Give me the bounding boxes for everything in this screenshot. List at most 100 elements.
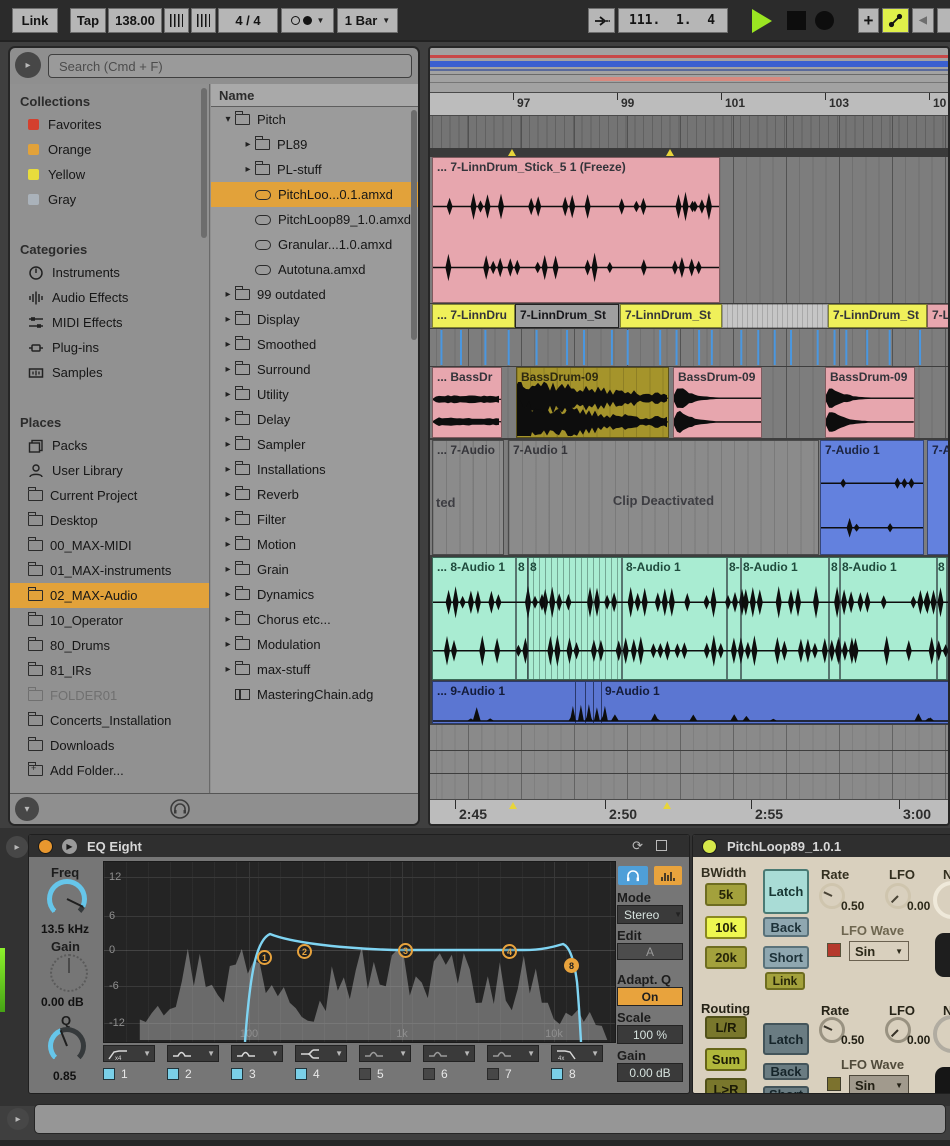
caret-right-icon[interactable]: ▸ bbox=[241, 139, 255, 150]
eq-band-handle-2[interactable]: 2 bbox=[297, 944, 312, 959]
headphone-preview-icon[interactable] bbox=[170, 799, 190, 819]
clip-audio7[interactable]: 7-Audio 1 bbox=[820, 440, 924, 555]
arrangement-position-field[interactable]: 111. 1. 4 bbox=[618, 8, 728, 33]
caret-right-icon[interactable]: ▸ bbox=[221, 639, 235, 650]
stop-button[interactable] bbox=[787, 11, 806, 30]
caret-right-icon[interactable]: ▸ bbox=[221, 364, 235, 375]
track-midi-collapsed[interactable] bbox=[430, 329, 950, 366]
locator-icon[interactable] bbox=[666, 149, 674, 156]
file-row-selected[interactable]: PitchLoo...0.1.amxd bbox=[211, 182, 418, 207]
file-row[interactable]: ▸Sampler bbox=[211, 432, 418, 457]
sidebar-item-downloads[interactable]: Downloads bbox=[10, 733, 209, 758]
eq-band-1-toggle[interactable] bbox=[103, 1068, 115, 1080]
bwidth-5k-button[interactable]: 5k bbox=[705, 883, 747, 906]
metronome-button[interactable]: ▼ bbox=[281, 8, 334, 33]
file-row[interactable]: Autotuna.amxd bbox=[211, 257, 418, 282]
file-row[interactable]: PitchLoop89_1.0.amxd bbox=[211, 207, 418, 232]
eq-band-handle-8[interactable]: 8 bbox=[564, 958, 579, 973]
eq-band-6-filter-menu[interactable]: ▼ bbox=[423, 1045, 475, 1062]
link-button-pl[interactable]: Link bbox=[765, 972, 805, 990]
caret-right-icon[interactable]: ▸ bbox=[221, 514, 235, 525]
tempo-field[interactable]: 138.00 bbox=[108, 8, 162, 33]
sidebar-item-81-irs[interactable]: 81_IRs bbox=[10, 658, 209, 683]
scrub-area[interactable] bbox=[430, 115, 948, 149]
record-button[interactable] bbox=[815, 11, 834, 30]
note-knob[interactable] bbox=[933, 881, 950, 919]
clip-empty-slices[interactable] bbox=[722, 304, 828, 328]
file-row[interactable]: ▸Chorus etc... bbox=[211, 607, 418, 632]
file-row[interactable]: ▸PL-stuff bbox=[211, 157, 418, 182]
file-row[interactable]: ▸Smoothed bbox=[211, 332, 418, 357]
clip-bassdrum[interactable]: BassDrum-09 bbox=[825, 367, 915, 438]
file-row[interactable]: Granular...1.0.amxd bbox=[211, 232, 418, 257]
output-gain-field[interactable]: 0.00 dB bbox=[617, 1063, 683, 1082]
browser-toggle-button[interactable]: ▸ bbox=[15, 52, 41, 78]
sidebar-item-add-folder[interactable]: Add Folder... bbox=[10, 758, 209, 783]
capture-button-partial[interactable] bbox=[937, 8, 950, 33]
caret-down-icon[interactable]: ▾ bbox=[221, 114, 235, 125]
clip-linndrum-freeze[interactable]: ... 7-LinnDrum_Stick_5 1 (Freeze) bbox=[432, 157, 720, 303]
file-row[interactable]: ▾Pitch bbox=[211, 107, 418, 132]
caret-right-icon[interactable]: ▸ bbox=[221, 489, 235, 500]
sidebar-item-concerts-installation[interactable]: Concerts_Installation bbox=[10, 708, 209, 733]
edit-ab-button[interactable]: A bbox=[617, 943, 683, 960]
sidebar-item-folder01[interactable]: FOLDER01 bbox=[10, 683, 209, 708]
sidebar-item-orange[interactable]: Orange bbox=[10, 137, 209, 162]
eq-band-3-toggle[interactable] bbox=[231, 1068, 243, 1080]
clip-linndrum[interactable]: 7-LinnDrum_St bbox=[620, 304, 722, 328]
add-marker-button[interactable]: + bbox=[858, 8, 879, 33]
eq-band-handle-1[interactable]: 1 bbox=[257, 950, 272, 965]
routing-lr-button[interactable]: L/R bbox=[705, 1016, 747, 1039]
caret-right-icon[interactable]: ▸ bbox=[221, 289, 235, 300]
sidebar-item-audio-effects[interactable]: Audio Effects bbox=[10, 285, 209, 310]
eq-band-3-filter-menu[interactable]: ▼ bbox=[231, 1045, 283, 1062]
pitch-knob-b[interactable] bbox=[935, 1067, 950, 1094]
caret-right-icon[interactable]: ▸ bbox=[221, 464, 235, 475]
sidebar-item-current-project[interactable]: Current Project bbox=[10, 483, 209, 508]
tap-tempo-button[interactable]: Tap bbox=[70, 8, 106, 33]
mode-select[interactable]: Stereo▼ bbox=[617, 905, 683, 924]
spectrum-button[interactable] bbox=[654, 866, 682, 885]
sidebar-item-gray[interactable]: Gray bbox=[10, 187, 209, 212]
bwidth-10k-button[interactable]: 10k bbox=[705, 916, 747, 939]
clip-linndrum[interactable]: ... 7-LinnDru bbox=[432, 304, 515, 328]
track-audio8[interactable]: ... 8-Audio 1 8 8 8-Audio 1 8- 8-Audio 1… bbox=[430, 557, 950, 680]
follow-button[interactable] bbox=[588, 8, 615, 33]
file-row[interactable]: ▸99 outdated bbox=[211, 282, 418, 307]
browser-collapse-button[interactable]: ▾ bbox=[15, 797, 39, 821]
note-knob-b[interactable] bbox=[933, 1015, 950, 1053]
track-empty[interactable] bbox=[430, 774, 950, 799]
q-knob[interactable] bbox=[48, 1027, 86, 1065]
nudge-up-button[interactable] bbox=[191, 8, 216, 33]
eq-band-2-filter-menu[interactable]: ▼ bbox=[167, 1045, 219, 1062]
sidebar-item-10-operator[interactable]: 10_Operator bbox=[10, 608, 209, 633]
file-row[interactable]: ▸Surround bbox=[211, 357, 418, 382]
search-input[interactable] bbox=[48, 54, 412, 78]
clip-audio7-deactivated[interactable]: 7-Audio 1 Clip Deactivated bbox=[508, 440, 819, 555]
file-row[interactable]: ▸PL89 bbox=[211, 132, 418, 157]
device-area-toggle-button[interactable]: ▸ bbox=[6, 836, 28, 858]
caret-right-icon[interactable]: ▸ bbox=[221, 414, 235, 425]
caret-right-icon[interactable]: ▸ bbox=[221, 339, 235, 350]
file-row[interactable]: ▸Display bbox=[211, 307, 418, 332]
clip-linndrum-selected[interactable]: 7-LinnDrum_St bbox=[515, 304, 619, 328]
eq-band-1-filter-menu[interactable]: x4 ▼ bbox=[103, 1045, 155, 1062]
file-row[interactable]: MasteringChain.adg bbox=[211, 682, 418, 707]
clip-audio9[interactable]: ... 9-Audio 1 9-Audio 1 bbox=[432, 681, 950, 724]
clip-audio7[interactable]: 7-A bbox=[927, 440, 950, 555]
sidebar-item-instruments[interactable]: Instruments bbox=[10, 260, 209, 285]
caret-right-icon[interactable]: ▸ bbox=[221, 439, 235, 450]
caret-right-icon[interactable]: ▸ bbox=[221, 389, 235, 400]
device-on-led[interactable] bbox=[702, 839, 717, 854]
eq-band-5-toggle[interactable] bbox=[359, 1068, 371, 1080]
freq-knob[interactable] bbox=[47, 879, 87, 919]
caret-right-icon[interactable]: ▸ bbox=[221, 564, 235, 575]
eq-band-handle-4[interactable]: 4 bbox=[502, 944, 517, 959]
clip-audio7-deactivated[interactable]: ... 7-Audio ted bbox=[432, 440, 504, 555]
routing-l2r-button[interactable]: L>R bbox=[705, 1078, 747, 1094]
short-button-b[interactable]: Short bbox=[763, 1086, 809, 1094]
caret-right-icon[interactable]: ▸ bbox=[241, 164, 255, 175]
sidebar-item-80-drums[interactable]: 80_Drums bbox=[10, 633, 209, 658]
status-info-bar[interactable] bbox=[34, 1104, 946, 1134]
caret-right-icon[interactable]: ▸ bbox=[221, 614, 235, 625]
